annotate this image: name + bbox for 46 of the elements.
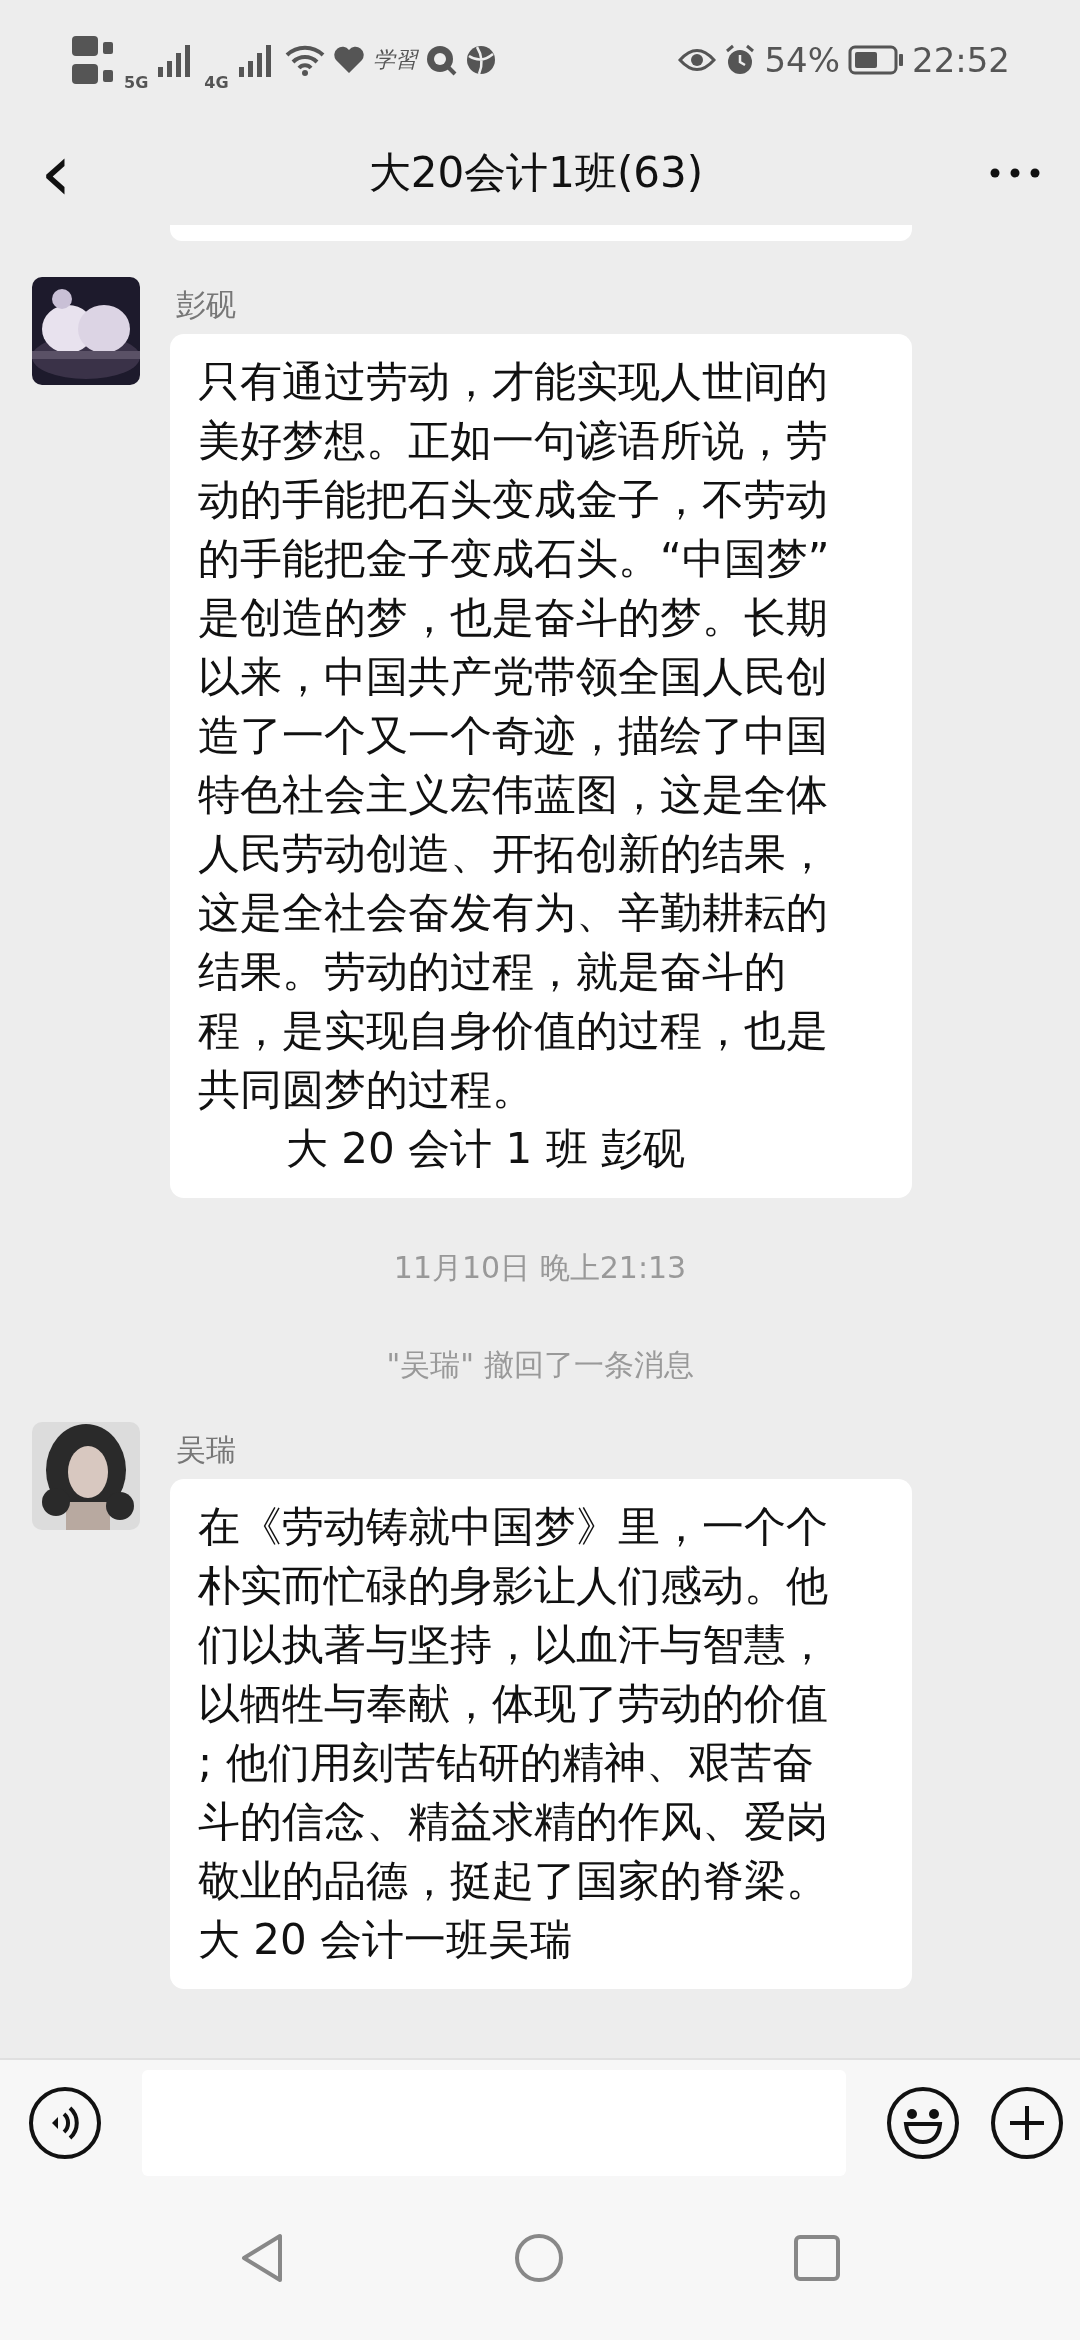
- emoji-icon[interactable]: [886, 2085, 960, 2160]
- message-line: 斗的信念、精益求精的作风、爱岗: [198, 1796, 829, 1848]
- message-line: 美好梦想。正如一句谚语所说，劳: [198, 415, 829, 467]
- battery-icon: [848, 45, 904, 75]
- alarm-icon: [724, 44, 757, 76]
- timestamp: 11月10日 晚上21:13: [393, 1249, 687, 1287]
- voice-icon[interactable]: [28, 2085, 102, 2160]
- message-line: 以来，中国共产党带领全国人民创: [198, 651, 829, 703]
- back-nav-icon[interactable]: [240, 2232, 284, 2283]
- network-type-label: 5G: [124, 72, 149, 92]
- sender-name: 彭砚: [176, 286, 236, 324]
- sender-name: 吴瑞: [176, 1431, 236, 1469]
- message-line: 以牺牲与奉献，体现了劳动的价值: [198, 1678, 829, 1730]
- message-line: 结果。劳动的过程，就是奋斗的: [198, 946, 787, 998]
- plus-icon[interactable]: [990, 2085, 1064, 2160]
- wifi-icon: [284, 43, 325, 77]
- message-line: 程，是实现自身价值的过程，也是: [198, 1005, 829, 1057]
- message-line: 的手能把金子变成石头。“中国梦”: [198, 533, 831, 585]
- message-line: 在《劳动铸就中国梦》里，一个个: [198, 1501, 829, 1553]
- message-line: 特色社会主义宏伟蓝图，这是全体: [198, 769, 829, 821]
- network-type-label: 4G: [204, 72, 229, 92]
- message-line: 造了一个又一个奇迹，描绘了中国: [198, 710, 829, 762]
- more-icon[interactable]: [990, 167, 1040, 178]
- home-nav-icon[interactable]: [514, 2232, 564, 2283]
- message-line: 动的手能把石头变成金子，不劳动: [198, 474, 829, 526]
- message-line: 这是全社会奋发有为、辛勤耕耘的: [198, 887, 829, 939]
- message-line: 共同圆梦的过程。: [198, 1064, 535, 1116]
- message-line: 只有通过劳动，才能实现人世间的: [198, 356, 829, 408]
- eye-icon: [678, 47, 717, 73]
- recents-nav-icon[interactable]: [794, 2234, 840, 2281]
- message-line: 朴实而忙碌的身影让人们感动。他: [198, 1560, 829, 1612]
- back-button[interactable]: ‹: [30, 132, 82, 213]
- recall-notice: "吴瑞" 撤回了一条消息: [386, 1346, 694, 1384]
- message-line: 人民劳动创造、开拓创新的结果，: [198, 828, 829, 880]
- clock-time: 22:52: [912, 40, 1010, 80]
- chat-title: 大20会计1班(63): [368, 146, 704, 199]
- message-signature: 大 20 会计 1 班 彭砚: [285, 1123, 686, 1175]
- battery-percent: 54%: [764, 40, 840, 80]
- message-line: 是创造的梦，也是奋斗的梦。长期: [198, 592, 829, 644]
- app-label: 学習: [372, 46, 417, 74]
- message-line: 们以执著与坚持，以血汗与智慧，: [198, 1619, 829, 1671]
- globe-icon: [464, 44, 497, 76]
- message-line: 敬业的品德，挺起了国家的脊梁。: [198, 1855, 829, 1907]
- message-line: 大 20 会计一班吴瑞: [198, 1914, 574, 1966]
- heart-icon: [332, 46, 365, 74]
- message-line: ; 他们用刻苦钻研的精神、艰苦奋: [198, 1737, 815, 1789]
